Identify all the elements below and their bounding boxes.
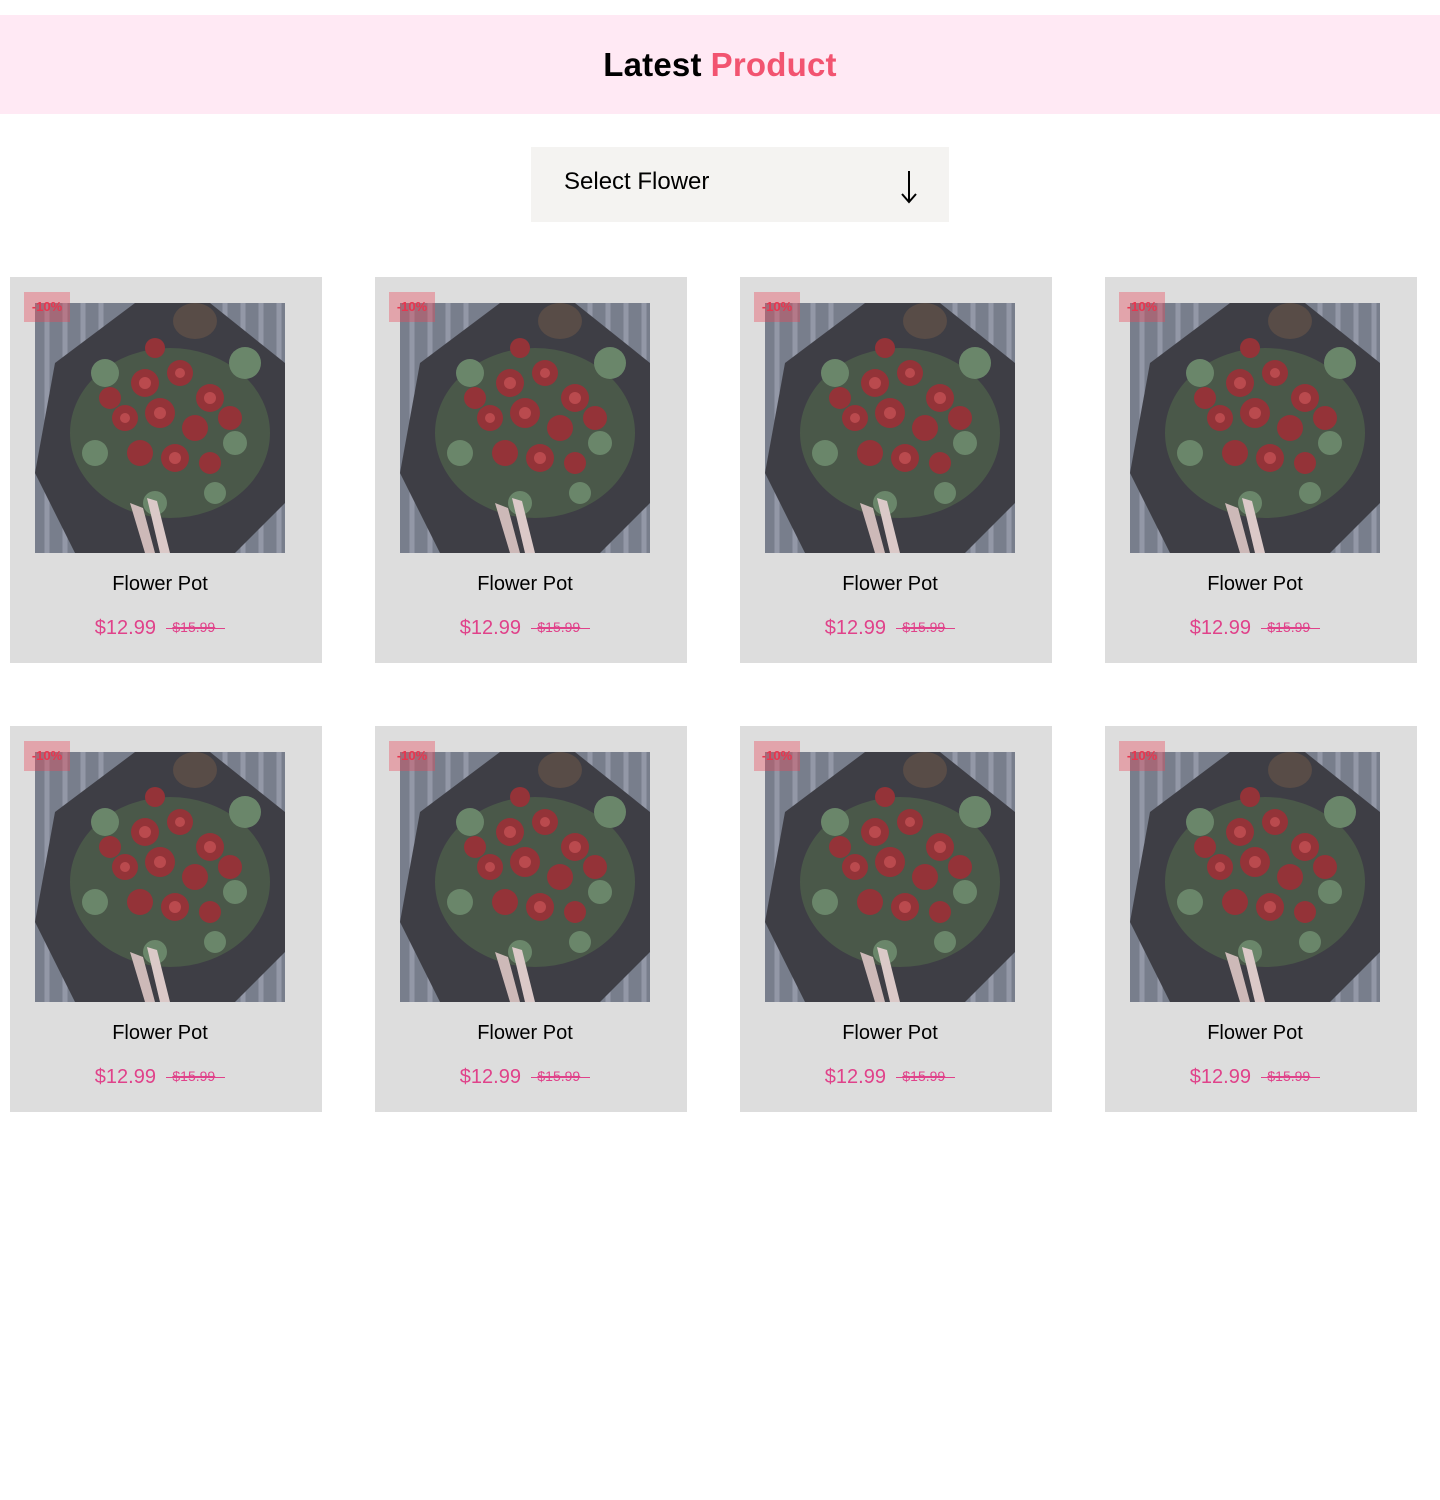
product-prices: $12.99 $15.99	[1105, 1066, 1405, 1089]
product-price: $12.99	[459, 1066, 521, 1088]
discount-badge: -10%	[24, 292, 70, 322]
page-title: Latest Product	[603, 46, 836, 84]
title-accent: Product	[710, 45, 837, 83]
product-old-price: $15.99	[1261, 619, 1321, 635]
discount-badge: -10%	[389, 292, 435, 322]
product-prices: $12.99 $15.99	[10, 617, 310, 640]
product-prices: $12.99 $15.99	[375, 1066, 675, 1089]
product-old-price: $15.99	[166, 1068, 226, 1084]
product-old-price: $15.99	[166, 619, 226, 635]
product-image[interactable]	[35, 752, 285, 1002]
product-price: $12.99	[1189, 617, 1251, 639]
product-name[interactable]: Flower Pot	[375, 573, 675, 596]
discount-badge: -10%	[24, 741, 70, 771]
product-image[interactable]	[400, 303, 650, 553]
product-image[interactable]	[400, 752, 650, 1002]
product-price: $12.99	[1189, 1066, 1251, 1088]
product-image[interactable]	[765, 303, 1015, 553]
discount-badge: -10%	[1119, 741, 1165, 771]
product-card[interactable]: -10% Flower Pot $12.99 $15.99	[1105, 726, 1417, 1112]
product-name[interactable]: Flower Pot	[10, 573, 310, 596]
product-old-price: $15.99	[1261, 1068, 1321, 1084]
product-image[interactable]	[1130, 303, 1380, 553]
product-name[interactable]: Flower Pot	[740, 1022, 1040, 1045]
product-image[interactable]	[1130, 752, 1380, 1002]
product-old-price: $15.99	[531, 619, 591, 635]
discount-badge: -10%	[754, 741, 800, 771]
product-old-price: $15.99	[896, 1068, 956, 1084]
product-card[interactable]: -10% Flower Pot $12.99 $15.99	[740, 726, 1052, 1112]
section-banner: Latest Product	[0, 15, 1440, 114]
product-price: $12.99	[459, 617, 521, 639]
product-name[interactable]: Flower Pot	[740, 573, 1040, 596]
product-card[interactable]: -10% Flower Pot $12.99 $15.99	[375, 726, 687, 1112]
product-image[interactable]	[765, 752, 1015, 1002]
product-card[interactable]: -10% Flower Pot $12.99 $15.99	[10, 277, 322, 663]
product-card[interactable]: -10% Flower Pot $12.99 $15.99	[1105, 277, 1417, 663]
product-name[interactable]: Flower Pot	[1105, 1022, 1405, 1045]
discount-badge: -10%	[389, 741, 435, 771]
product-prices: $12.99 $15.99	[740, 617, 1040, 640]
product-price: $12.99	[824, 1066, 886, 1088]
product-prices: $12.99 $15.99	[10, 1066, 310, 1089]
product-prices: $12.99 $15.99	[740, 1066, 1040, 1089]
product-name[interactable]: Flower Pot	[375, 1022, 675, 1045]
title-main: Latest	[603, 45, 702, 83]
product-card[interactable]: -10% Flower Pot $12.99 $15.99	[10, 726, 322, 1112]
product-name[interactable]: Flower Pot	[1105, 573, 1405, 596]
product-old-price: $15.99	[896, 619, 956, 635]
product-price: $12.99	[94, 617, 156, 639]
product-image[interactable]	[35, 303, 285, 553]
discount-badge: -10%	[1119, 292, 1165, 322]
flower-select-label: Select Flower	[564, 167, 710, 195]
flower-select[interactable]: Select Flower	[531, 147, 949, 222]
product-prices: $12.99 $15.99	[1105, 617, 1405, 640]
product-old-price: $15.99	[531, 1068, 591, 1084]
product-price: $12.99	[824, 617, 886, 639]
product-name[interactable]: Flower Pot	[10, 1022, 310, 1045]
discount-badge: -10%	[754, 292, 800, 322]
arrow-down-icon	[901, 170, 917, 204]
product-price: $12.99	[94, 1066, 156, 1088]
product-card[interactable]: -10% Flower Pot $12.99 $15.99	[740, 277, 1052, 663]
product-prices: $12.99 $15.99	[375, 617, 675, 640]
product-card[interactable]: -10% Flower Pot $12.99 $15.99	[375, 277, 687, 663]
